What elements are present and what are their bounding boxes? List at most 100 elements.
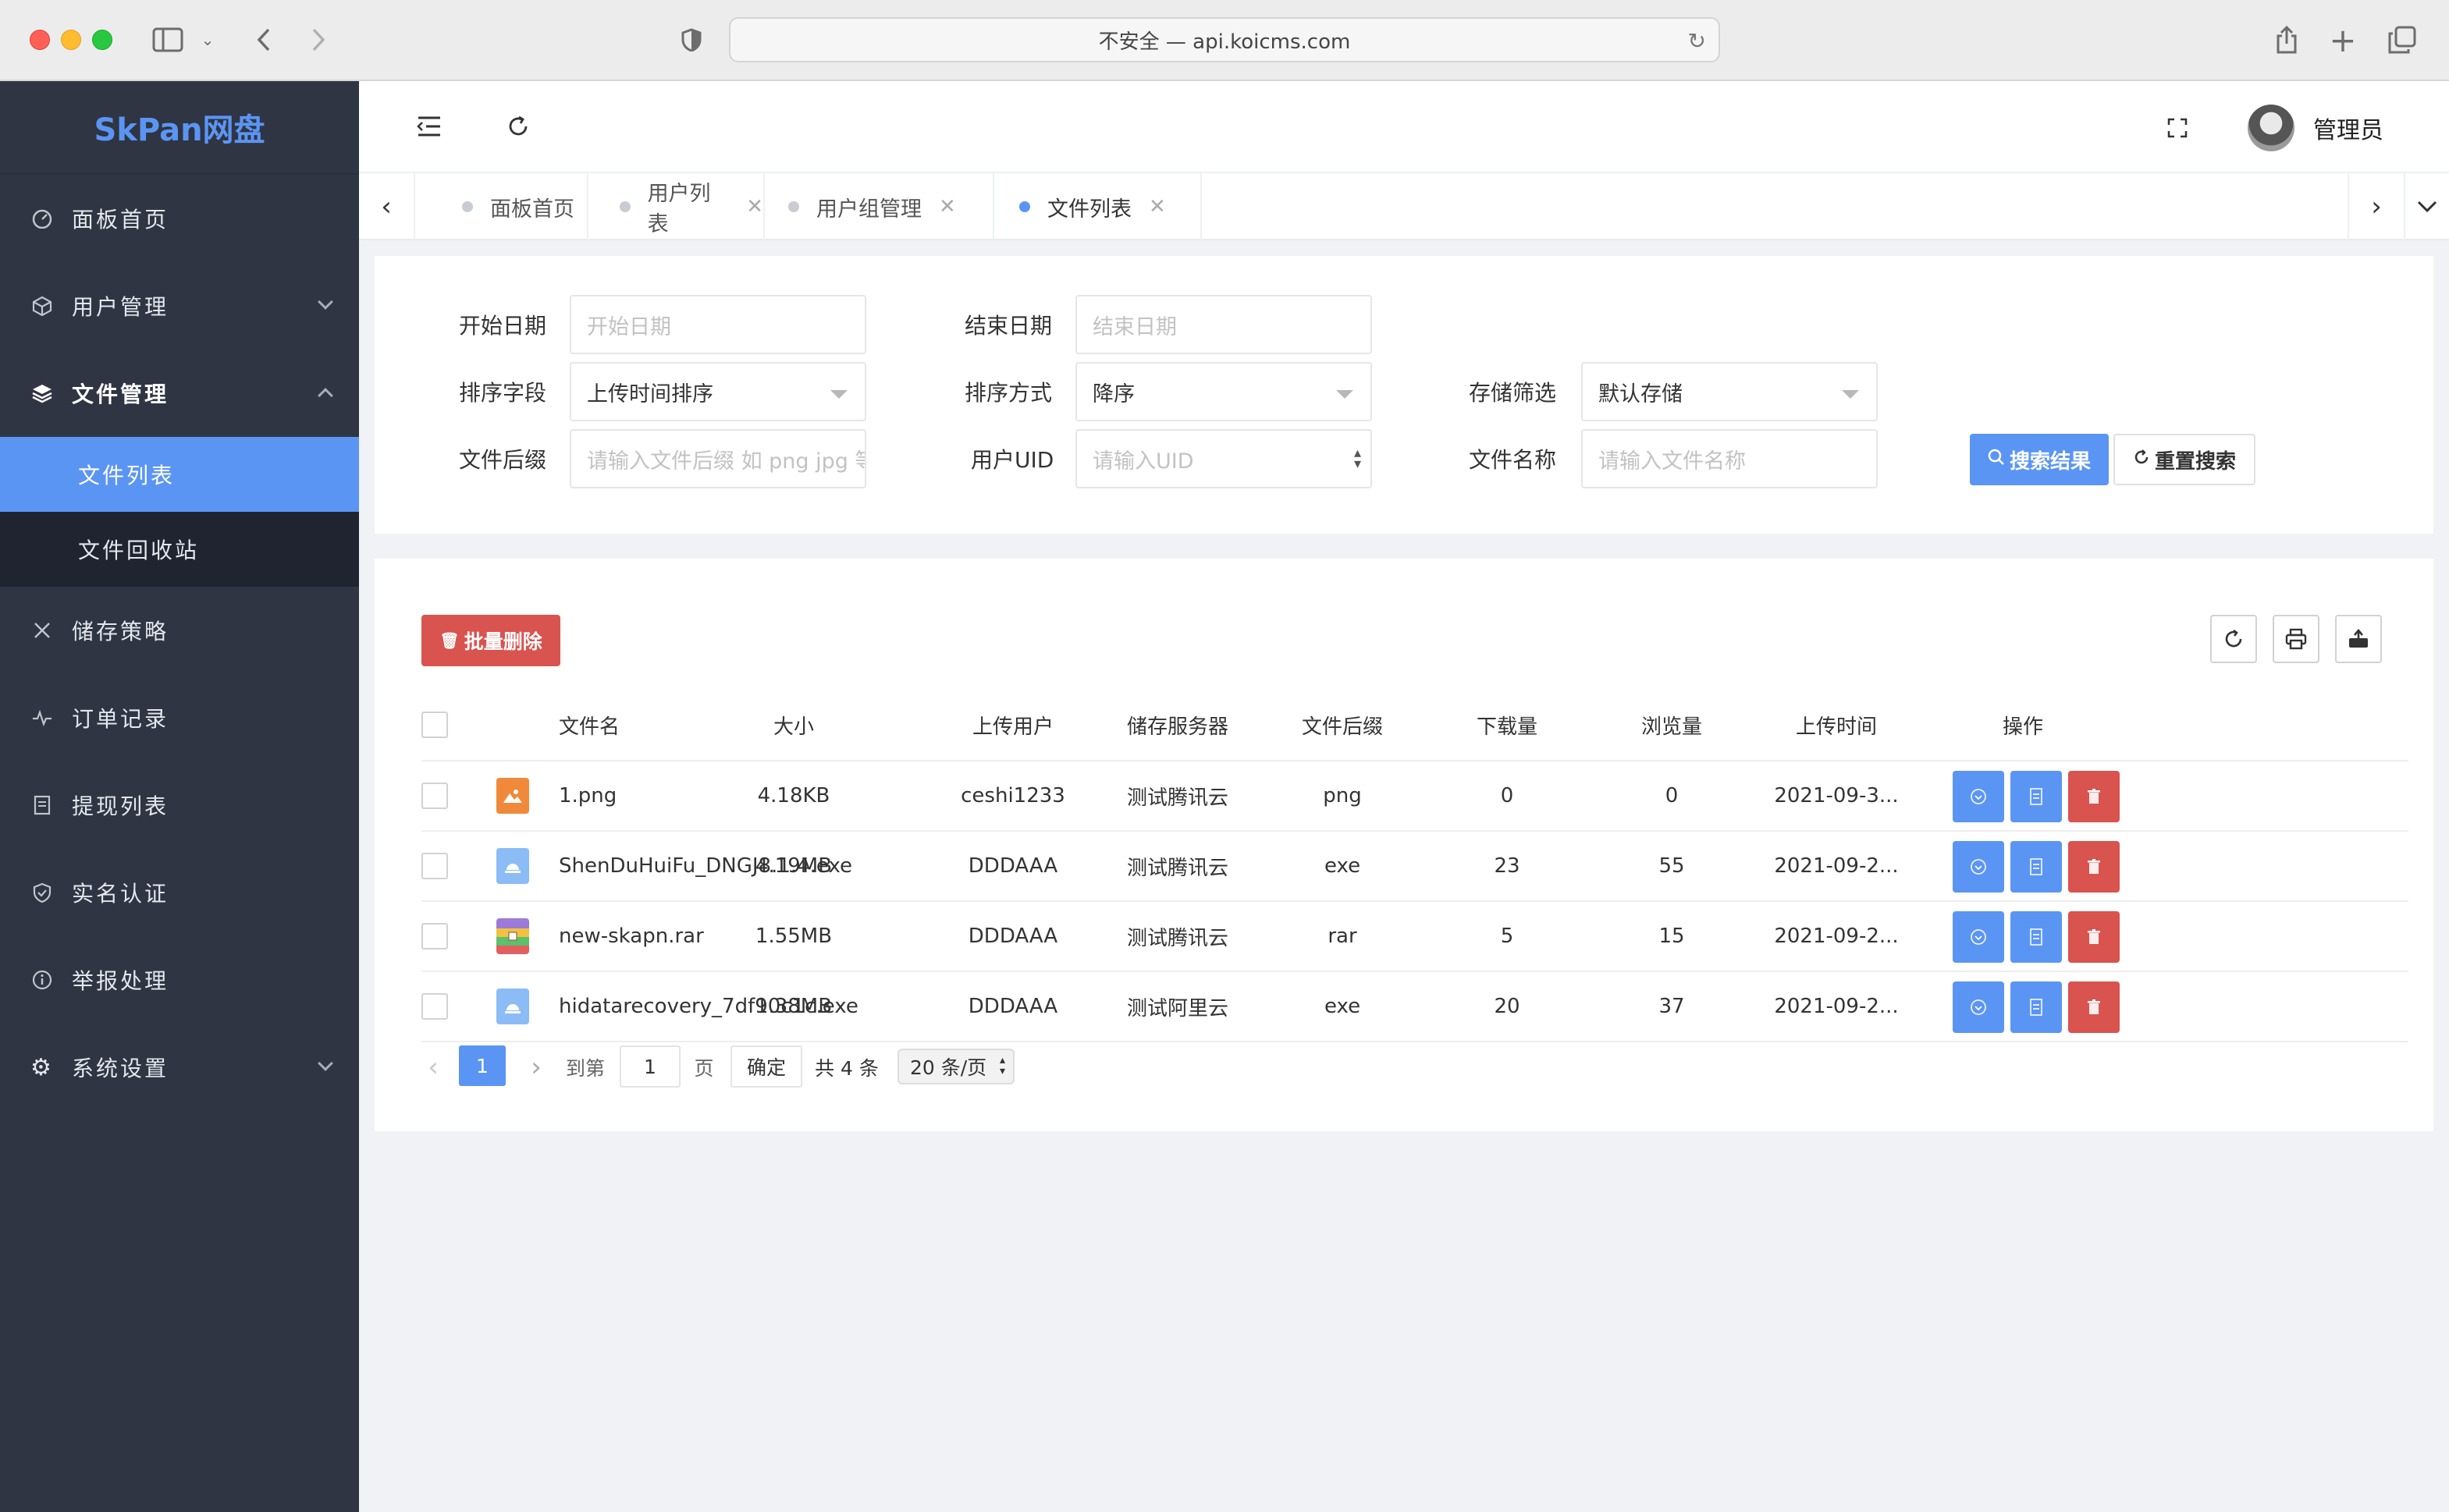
column-header[interactable]: 上传用户 <box>930 690 1096 760</box>
column-header[interactable]: 下载量 <box>1425 690 1589 760</box>
next-page-icon[interactable]: › <box>524 1045 548 1089</box>
detail-button[interactable] <box>2010 841 2062 893</box>
delete-button[interactable] <box>2068 841 2120 893</box>
detail-button[interactable] <box>2010 981 2062 1033</box>
goto-page-input[interactable]: 1 <box>620 1045 681 1088</box>
row-checkbox[interactable] <box>421 923 448 949</box>
sidebar-item-withdrawals[interactable]: 提现列表 <box>0 761 359 849</box>
download-button[interactable] <box>1953 911 2004 963</box>
close-icon[interactable]: ✕ <box>939 195 956 218</box>
download-button[interactable] <box>1953 771 2004 822</box>
column-header[interactable]: 储存服务器 <box>1096 690 1260 760</box>
page-number-current[interactable]: 1 <box>459 1045 506 1086</box>
column-header[interactable]: 文件名 <box>559 690 620 760</box>
column-header[interactable]: 浏览量 <box>1589 690 1754 760</box>
delete-button[interactable] <box>2068 771 2120 822</box>
sidebar-item-verification[interactable]: 实名认证 <box>0 849 359 936</box>
column-header[interactable]: 文件后缀 <box>1260 690 1425 760</box>
admin-name[interactable]: 管理员 <box>2313 111 2383 145</box>
row-checkbox[interactable] <box>421 993 448 1020</box>
chevron-down-icon[interactable]: ⌄ <box>197 20 219 59</box>
tab-dashboard[interactable]: 面板首页 <box>431 173 588 240</box>
uid-input[interactable]: 请输入UID ▴ ▾ <box>1075 429 1372 488</box>
search-button[interactable]: 搜索结果 <box>1970 434 2109 485</box>
tab-user-list[interactable]: 用户列表 ✕ <box>588 173 765 240</box>
tabs-scroll-right-icon[interactable]: › <box>2348 173 2404 240</box>
storage-filter-select[interactable]: 默认存储 <box>1581 362 1878 421</box>
download-button[interactable] <box>1953 981 2004 1033</box>
page-size-select[interactable]: 20 条/页 ▴ ▾ <box>897 1049 1015 1084</box>
avatar[interactable] <box>2248 105 2294 151</box>
detail-button[interactable] <box>2010 911 2062 963</box>
pulse-icon <box>31 707 53 729</box>
sidebar-toggle-icon[interactable] <box>150 20 186 59</box>
start-date-input[interactable]: 开始日期 <box>570 295 866 354</box>
file-ext: exe <box>1324 995 1361 1018</box>
close-icon[interactable]: ✕ <box>1149 195 1166 218</box>
table-row[interactable]: 1.png 4.18KB ceshi1233 测试腾讯云 png 0 0 202… <box>421 761 2408 832</box>
sidebar-item-users[interactable]: 用户管理 <box>0 262 359 350</box>
cube-icon <box>31 295 53 317</box>
sort-order-select[interactable]: 降序 <box>1075 362 1372 421</box>
number-stepper-icon[interactable]: ▴ ▾ <box>1354 446 1361 471</box>
sidebar-item-file-list[interactable]: 文件列表 <box>0 437 359 512</box>
tabs-scroll-left-icon[interactable]: ‹ <box>359 173 415 240</box>
download-button[interactable] <box>1953 841 2004 893</box>
refresh-icon[interactable] <box>503 111 534 142</box>
sidebar-item-recycle-bin[interactable]: 文件回收站 <box>0 512 359 587</box>
prev-page-icon[interactable]: ‹ <box>421 1045 445 1089</box>
file-table-card: 🗑 批量删除 文件名 大小 上传用户 储存服务器 文件后缀 下载量 浏览量 上传… <box>375 559 2433 1131</box>
row-checkbox[interactable] <box>421 853 448 879</box>
goto-confirm-button[interactable]: 确定 <box>730 1045 802 1088</box>
reset-button[interactable]: 重置搜索 <box>2113 434 2255 485</box>
delete-button[interactable] <box>2068 911 2120 963</box>
sidebar-item-orders[interactable]: 订单记录 <box>0 674 359 761</box>
brand-logo[interactable]: SkPan网盘 <box>0 81 359 175</box>
minimize-window-button[interactable] <box>61 30 81 50</box>
delete-button[interactable] <box>2068 981 2120 1033</box>
sidebar-item-dashboard[interactable]: 面板首页 <box>0 175 359 262</box>
close-icon[interactable]: ✕ <box>746 195 763 218</box>
tab-user-group[interactable]: 用户组管理 ✕ <box>765 173 994 240</box>
sidebar-item-settings[interactable]: ⚙ 系统设置 <box>0 1024 359 1111</box>
tab-overview-icon[interactable] <box>2385 20 2419 59</box>
table-print-button[interactable] <box>2273 615 2319 663</box>
zoom-window-button[interactable] <box>92 30 112 50</box>
tabs-menu-chevron-icon[interactable] <box>2404 173 2449 240</box>
table-row[interactable]: new-skapn.rar 1.55MB DDDAAA 测试腾讯云 rar 5 … <box>421 902 2408 972</box>
row-checkbox[interactable] <box>421 783 448 809</box>
column-header[interactable]: 大小 <box>657 690 930 760</box>
fullscreen-icon[interactable] <box>2162 112 2193 144</box>
filename-input[interactable]: 请输入文件名称 <box>1581 429 1878 488</box>
sidebar-item-storage-policy[interactable]: 储存策略 <box>0 587 359 674</box>
close-window-button[interactable] <box>30 30 50 50</box>
reload-icon[interactable]: ↻ <box>1688 28 1706 54</box>
table-row[interactable]: hidatarecovery_7df90c1c.exe 1.38MB DDDAA… <box>421 972 2408 1042</box>
sidebar-item-files[interactable]: 文件管理 <box>0 350 359 437</box>
select-all-checkbox[interactable] <box>421 712 448 738</box>
sidebar-item-reports[interactable]: 举报处理 <box>0 936 359 1024</box>
sort-field-select[interactable]: 上传时间排序 <box>570 362 866 421</box>
address-bar[interactable]: 不安全 — api.koicms.com ↻ <box>729 17 1720 62</box>
table-row[interactable]: ShenDuHuiFu_DNGJ8.1.4.exe 4.19MB DDDAAA … <box>421 832 2408 902</box>
forward-icon[interactable] <box>303 20 334 59</box>
tab-file-list[interactable]: 文件列表 ✕ <box>994 173 1202 240</box>
detail-button[interactable] <box>2010 771 2062 822</box>
suffix-input[interactable]: 请输入文件后缀 如 png jpg 等 <box>570 429 866 488</box>
exe-file-icon <box>496 848 529 884</box>
back-icon[interactable] <box>248 20 279 59</box>
new-tab-icon[interactable]: + <box>2327 20 2358 59</box>
table-export-button[interactable] <box>2335 615 2382 663</box>
storage-server: 测试腾讯云 <box>1126 786 1228 810</box>
batch-delete-button[interactable]: 🗑 批量删除 <box>421 615 560 666</box>
column-header[interactable]: 上传时间 <box>1754 690 1918 760</box>
collapse-menu-icon[interactable] <box>414 111 445 142</box>
upload-time: 2021-09-2... <box>1774 925 1899 948</box>
sidebar-item-label: 储存策略 <box>72 619 169 644</box>
end-date-input[interactable]: 结束日期 <box>1075 295 1372 354</box>
file-name[interactable]: 1.png <box>559 761 617 830</box>
table-refresh-button[interactable] <box>2210 615 2257 663</box>
privacy-shield-icon[interactable] <box>676 20 707 59</box>
share-icon[interactable] <box>2271 20 2302 59</box>
refresh-icon <box>2225 629 2242 648</box>
